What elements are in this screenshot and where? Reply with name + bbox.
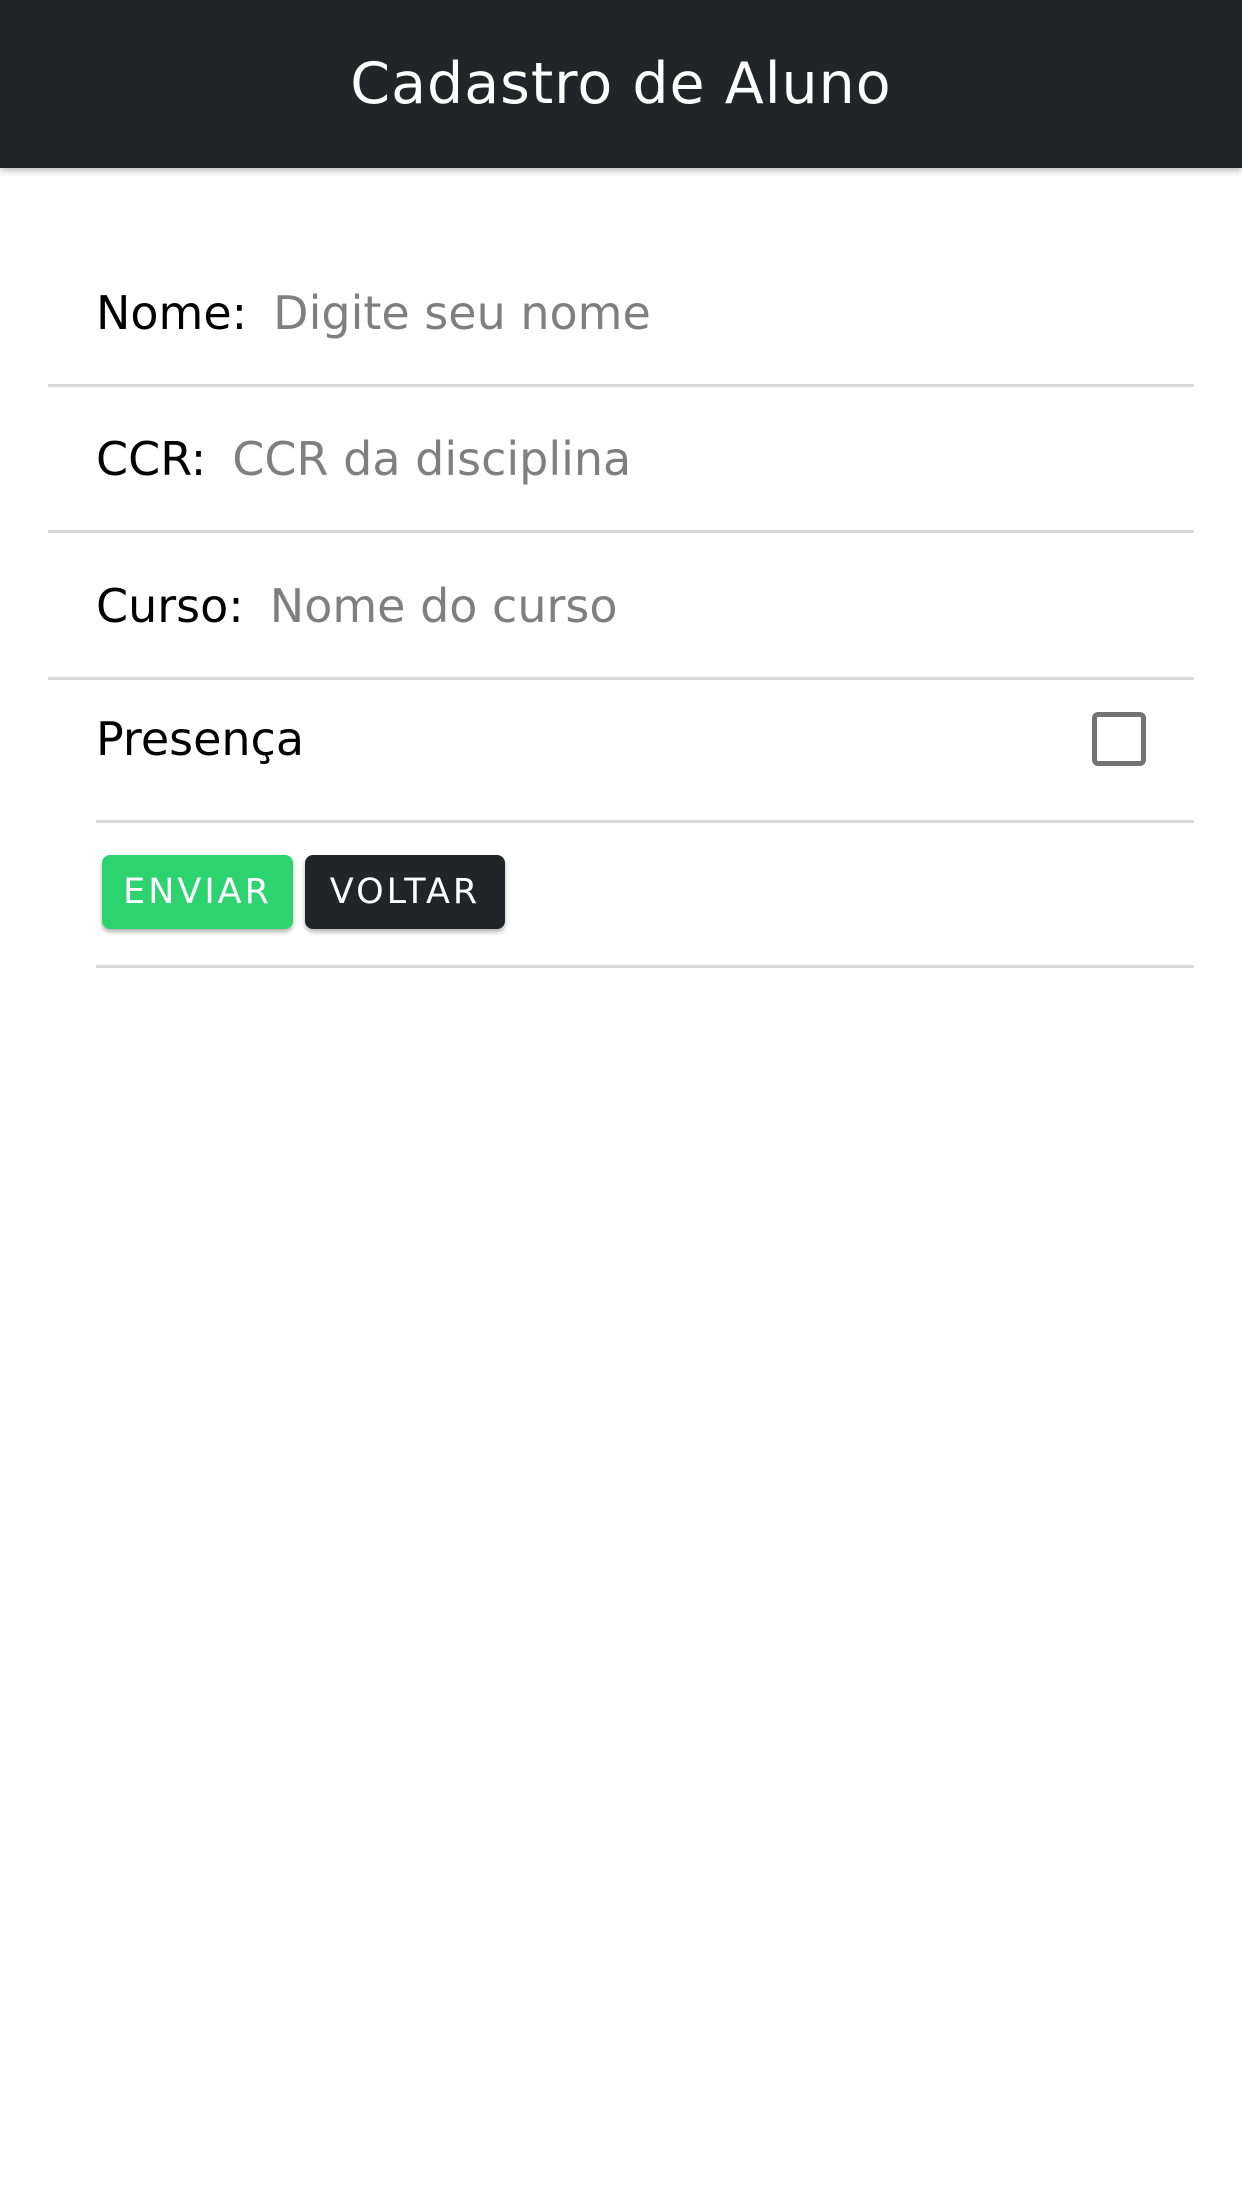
presence-label: Presença — [96, 712, 305, 766]
name-field-row: Nome: — [48, 241, 1194, 387]
course-label: Curso: — [96, 578, 244, 633]
back-button[interactable]: VOLTAR — [305, 855, 505, 929]
name-input[interactable] — [273, 277, 1194, 348]
ccr-label: CCR: — [96, 431, 207, 486]
send-button[interactable]: ENVIAR — [102, 855, 293, 929]
button-row: ENVIAR VOLTAR — [96, 823, 1194, 968]
app-header: Cadastro de Aluno — [0, 0, 1242, 168]
course-input[interactable] — [269, 570, 1194, 641]
page-title: Cadastro de Aluno — [350, 51, 892, 117]
presence-checkbox[interactable] — [1092, 712, 1146, 766]
presence-row: Presença — [96, 658, 1194, 823]
ccr-input[interactable] — [232, 423, 1194, 494]
ccr-field-row: CCR: — [48, 387, 1194, 533]
name-label: Nome: — [96, 285, 248, 340]
